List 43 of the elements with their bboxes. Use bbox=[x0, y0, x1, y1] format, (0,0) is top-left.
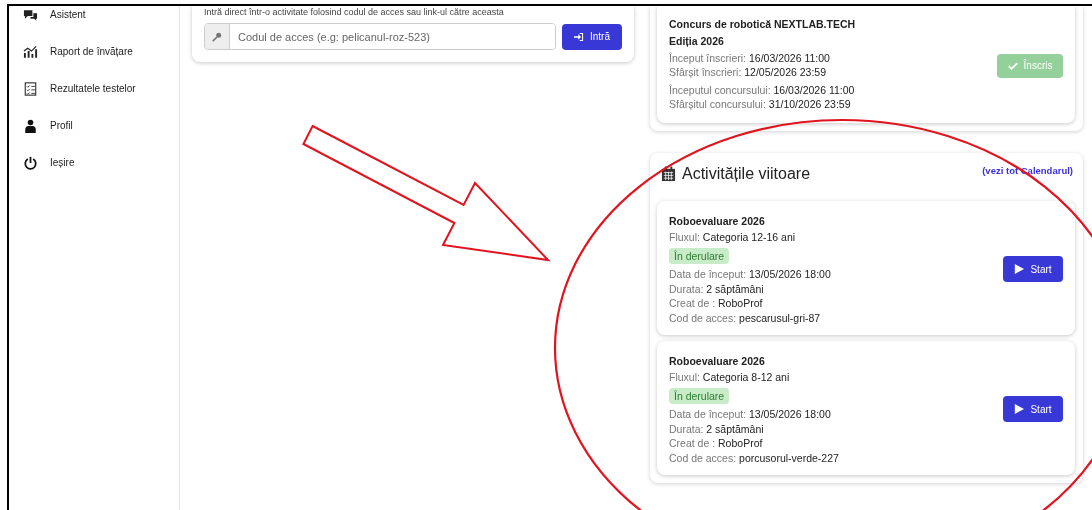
key-icon bbox=[212, 31, 222, 42]
start-button[interactable]: Start bbox=[1003, 396, 1063, 422]
power-icon bbox=[23, 155, 38, 170]
status-badge: În derulare bbox=[669, 248, 730, 264]
detail-line: Cod de acces: porcusorul-verde-227 bbox=[669, 450, 839, 465]
play-icon bbox=[1014, 404, 1025, 414]
detail-line: Creat de : RoboProf bbox=[669, 296, 763, 311]
sidebar-item[interactable]: Rezultatele testelor bbox=[23, 70, 179, 107]
detail-line: Creat de : RoboProf bbox=[669, 436, 763, 451]
enter-button[interactable]: Intră bbox=[562, 23, 622, 50]
detail-line: Data de început: 13/05/2026 18:00 bbox=[669, 267, 831, 282]
sidebar-item[interactable]: Raport de învățare bbox=[23, 33, 179, 70]
detail-line: Data de început: 13/05/2026 18:00 bbox=[669, 407, 831, 422]
play-icon bbox=[1014, 264, 1025, 274]
checklist-icon bbox=[23, 81, 38, 96]
contest-edition: Ediția 2026 bbox=[669, 34, 725, 49]
status-badge: În derulare bbox=[669, 388, 730, 404]
access-code-field[interactable]: Codul de acces (e.g: pelicanul-roz-523) bbox=[204, 23, 556, 50]
section-title: Activitățile viitoare bbox=[682, 165, 811, 183]
activity-title: Roboevaluare 2026 bbox=[669, 214, 765, 229]
calendar-link[interactable]: (vezi tot Calendarul) bbox=[982, 165, 1073, 176]
date-line: Sfârșitul concursului: 31/10/2026 23:59 bbox=[669, 97, 852, 111]
sidebar-item[interactable]: Ieșire bbox=[23, 144, 179, 181]
person-icon bbox=[23, 118, 38, 133]
date-line: Început înscrieri: 16/03/2026 11:00 bbox=[669, 51, 831, 65]
chat-bubbles-icon bbox=[23, 7, 38, 22]
sidebar-item[interactable]: Profil bbox=[23, 107, 179, 144]
detail-line: Durata: 2 săptămâni bbox=[669, 421, 764, 436]
sidebar-item[interactable]: Asistent bbox=[23, 0, 179, 33]
activity-title: Roboevaluare 2026 bbox=[669, 354, 765, 369]
calendar-icon bbox=[661, 166, 676, 182]
sign-in-icon bbox=[574, 31, 584, 42]
access-hint: Intră direct într-o activitate folosind codul de acces sau link-ul către aceasta bbox=[204, 7, 505, 17]
check-icon bbox=[1007, 60, 1018, 71]
date-line: Sfârșit înscrieri: 12/05/2026 23:59 bbox=[669, 65, 828, 79]
bar-chart-icon bbox=[23, 44, 38, 59]
stream-line: Fluxul: Categoria 8-12 ani bbox=[669, 370, 790, 384]
stream-line: Fluxul: Categoria 12-16 ani bbox=[669, 230, 796, 244]
date-line: Începutul concursului: 16/03/2026 11:00 bbox=[669, 83, 856, 97]
contest-title: Concurs de robotică NEXTLAB.TECH bbox=[669, 17, 856, 32]
detail-line: Cod de acces: pescarusul-gri-87 bbox=[669, 310, 821, 325]
detail-line: Durata: 2 săptămâni bbox=[669, 281, 764, 296]
start-button[interactable]: Start bbox=[1003, 256, 1063, 282]
